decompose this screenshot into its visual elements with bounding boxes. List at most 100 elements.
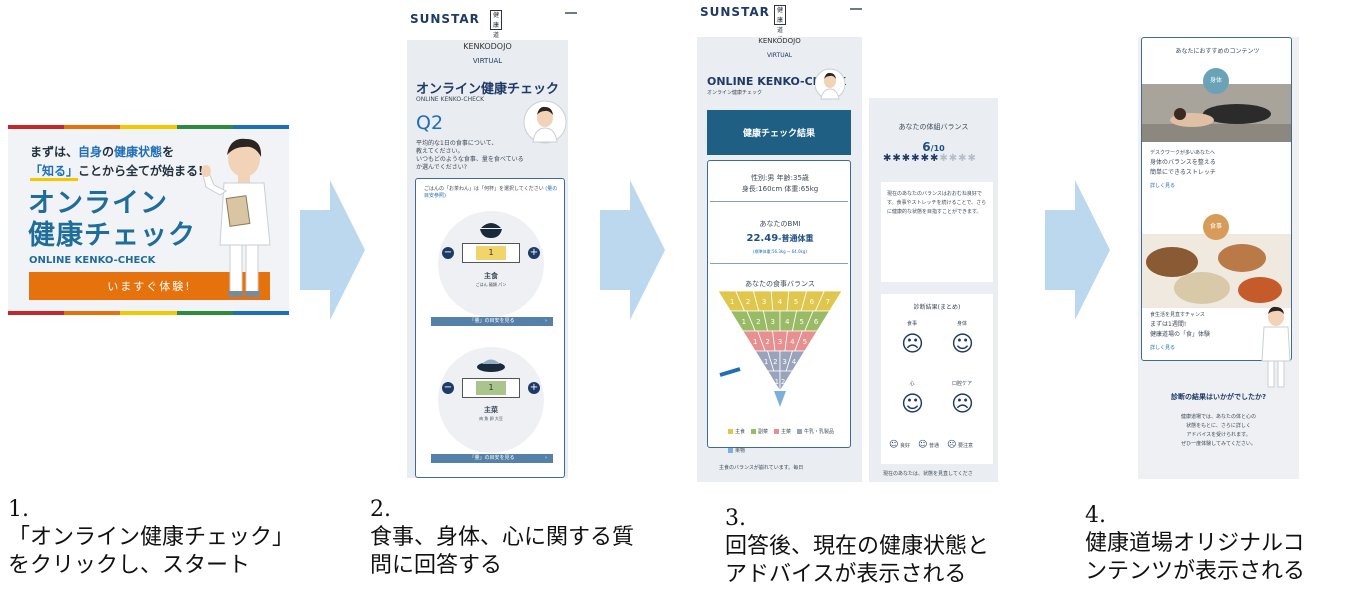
banner-title: オンライン 健康チェック (28, 188, 196, 251)
result-card: 性別:男 年齢:35歳 身長:160cm 体重:65kg あなたのBMI 22.… (707, 160, 851, 454)
article-1-title[interactable]: デスクワークが多いあなたへ 身体のバランスを整える 簡単にできるストレッチ (1150, 148, 1216, 178)
pyramid-cell-label: 2 (756, 318, 760, 326)
pyramid-cell-label: 4 (785, 318, 790, 326)
person-filled-icon: ✱ (892, 153, 901, 164)
pyramid-tip (774, 391, 786, 407)
legend-swatch (797, 429, 803, 434)
legend-item: 副菜 (751, 428, 768, 435)
sunstar-logo: SUNSTAR (700, 5, 770, 19)
pyramid-cell-label: 6 (814, 318, 819, 326)
doctor-character-icon (1261, 306, 1291, 388)
person-filled-icon: ✱ (929, 153, 939, 164)
staple-quantity-stepper[interactable]: 1 (462, 243, 520, 263)
person-empty-icon: ✱ (939, 153, 948, 164)
summary-item-label: 身体 (956, 321, 967, 327)
face-icon: ☺ (901, 392, 924, 417)
answer-card: ごはんの「お茶わん」は「何杯」を選択してください (量の目安参照) − 1 + … (415, 178, 565, 478)
summary-item-label: 食事 (906, 321, 917, 327)
main-dish-sub: 肉 魚 卵 大豆 (479, 416, 503, 421)
arrow-right-icon (600, 180, 665, 320)
pyramid-cell-label: 4 (790, 338, 795, 346)
pyramid-cell-label: 3 (782, 358, 786, 366)
legend-item: 果物 (728, 447, 745, 454)
person-empty-icon: ✱ (967, 153, 976, 164)
pyramid-cell-label: 7 (826, 298, 830, 306)
meal-photo (1142, 234, 1291, 308)
page-subtitle: オンライン健康チェック (707, 90, 763, 96)
pyramid-cell-label: 2 (781, 378, 785, 386)
summary-box: 診断結果(まとめ) 食事 ☹ 身体 ☺ 心 ☺ 口腔ケア ☹ ☺ 良好 ☺ 普通 ☹ 要注意 (881, 294, 993, 464)
summary-item-label: 心 (909, 381, 915, 387)
pyramid-cell-label: 6 (810, 298, 815, 306)
card-instruction: ごはんの「お茶わん」は「何杯」を選択してください (量の目安参照) (424, 186, 558, 199)
doctor-character-icon (201, 138, 271, 297)
pyramid-cell-label: 4 (792, 358, 797, 366)
decrease-button[interactable]: − (442, 382, 454, 394)
divider (710, 263, 848, 264)
page-title: オンライン健康チェック (416, 82, 560, 97)
person-filled-icon: ✱ (920, 153, 929, 164)
pyramid-cell-label: 5 (794, 298, 798, 306)
menu-icon[interactable] (565, 12, 577, 14)
diet-balance-label: あなたの食事バランス (745, 280, 815, 288)
step-3-caption: 3. 回答後、現在の健康状態と アドバイスが表示される (725, 506, 990, 587)
question-text: 平均的な1日の食事について、 教えてください。 いつもどのような食事、量を食べて… (416, 140, 524, 171)
feedback-question: 診断の結果はいかがでしたか? (1170, 393, 1267, 401)
result-button[interactable]: 健康チェック結果 (707, 110, 851, 155)
pyramid-cell-label: 3 (762, 298, 766, 306)
status-legend-item: ☺ 普通 (917, 440, 939, 450)
status-legend: ☺ 良好 ☺ 普通 ☹ 要注意 (889, 440, 973, 450)
article-2-title[interactable]: 食生活を見直すチャンス まずは1週間! 健康道場の「食」体験 (1150, 310, 1210, 340)
divider (710, 201, 848, 202)
color-rail-top (8, 125, 289, 129)
rice-bowl-icon (480, 223, 502, 238)
person-empty-icon: ✱ (958, 153, 967, 164)
section-label: あなたにおすすめのコンテンツ (1175, 48, 1260, 55)
profile-info: 性別:男 年齢:35歳 身長:160cm 体重:65kg (741, 174, 819, 193)
main-dish-quantity-stepper[interactable]: 1 (462, 378, 520, 398)
pyramid-cell-label: 4 (778, 298, 783, 306)
legend-item: 主菜 (774, 428, 791, 435)
sunstar-logo: SUNSTAR (410, 12, 480, 26)
color-rail-bottom (8, 311, 289, 315)
read-more-link[interactable]: 詳しく見る (1150, 344, 1175, 351)
menu-icon[interactable] (850, 8, 862, 10)
main-dish-guide-bar[interactable]: 「量」の目安を見る › (431, 454, 553, 463)
kenkodojo-seal: 健康道場 (774, 5, 786, 44)
bmi-value: 22.49-普通体重 (746, 233, 814, 244)
legend-swatch (728, 448, 733, 453)
page-subtitle: ONLINE KENKO-CHECK (416, 96, 485, 103)
staple-sub: ごはん 麺類 パン (475, 282, 507, 287)
balance-label: あなたの体組バランス (898, 123, 969, 131)
diet-legend: 主食 副菜 主菜 牛乳・乳製品果物 (728, 419, 843, 457)
pyramid-cell-label: 1 (742, 318, 746, 326)
body-tag: 身体 (1203, 68, 1229, 94)
pyramid-cell-label: 1 (764, 358, 768, 366)
result-screen-left: KENKODOJO VIRTUAL ONLINE KENKO-CHECK オンラ… (697, 37, 862, 482)
increase-button[interactable]: + (528, 382, 540, 394)
virtual-logo: VIRTUAL (766, 52, 793, 59)
legend-swatch (728, 429, 733, 434)
doctor-avatar-icon (815, 68, 845, 100)
person-filled-icon: ✱ (901, 153, 911, 164)
status-legend-item: ☹ 要注意 (946, 440, 973, 450)
legend-item: 牛乳・乳製品 (797, 428, 834, 435)
pyramid-cell-label: 5 (803, 338, 807, 346)
fish-plate-icon (477, 359, 505, 372)
increase-button[interactable]: + (528, 247, 540, 259)
summary-label: 診断結果(まとめ) (913, 304, 961, 311)
decrease-button[interactable]: − (442, 247, 454, 259)
online-check-banner[interactable]: まずは、自身の健康状態を 「知る」ことから全てが始まる! オンライン 健康チェッ… (8, 125, 289, 315)
read-more-link[interactable]: 詳しく見る (1150, 182, 1175, 189)
pyramid-cell-label: 2 (746, 298, 750, 306)
pyramid-cell-label: 1 (775, 378, 779, 386)
kenkodojo-logo: KENKODOJO (463, 42, 512, 51)
virtual-logo: VIRTUAL (472, 57, 503, 65)
kenkodojo-seal: 健康道場 (490, 10, 502, 49)
step-2-caption: 2. 食事、身体、心に関する質 問に回答する (370, 497, 635, 578)
legend-item: 主食 (728, 428, 745, 435)
face-icon: ☹ (951, 392, 974, 417)
legend-swatch (751, 429, 757, 434)
pyramid-cell-label: 1 (753, 338, 757, 346)
staple-guide-bar[interactable]: 「量」の目安を見る › (431, 317, 553, 326)
